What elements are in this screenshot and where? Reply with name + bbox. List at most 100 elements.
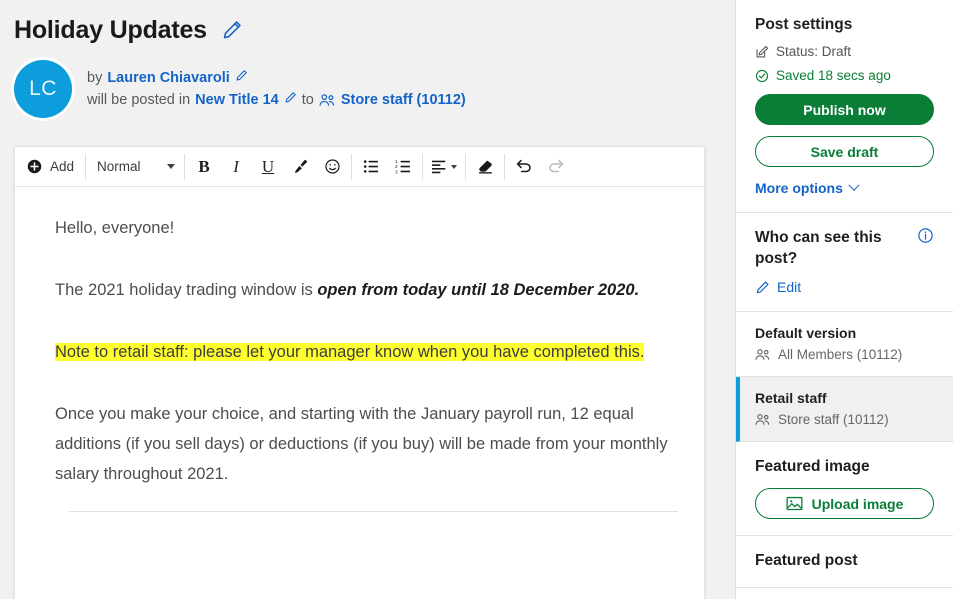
version-audience: Store staff (10112) [755,412,934,427]
version-item-retail-staff[interactable]: Retail staff Store staff (10112) [736,377,953,442]
to-label: to [301,91,314,108]
svg-text:3: 3 [395,169,398,175]
version-audience-label: All Members (10112) [778,347,903,362]
trading-window-bold: open from today until 18 December 2020. [317,281,640,299]
post-settings-section: Post settings Status: Draft Saved 18 sec… [736,0,953,213]
toolbar-divider [422,153,424,180]
byline-destination-line: will be posted in New Title 14 to Store … [87,91,466,110]
undo-button[interactable] [508,151,540,183]
bulleted-list-button[interactable] [355,151,387,183]
plus-circle-icon [27,159,42,174]
toolbar-divider [351,153,353,180]
clear-formatting-button[interactable] [469,151,501,183]
style-select[interactable]: Normal [89,151,181,183]
add-button-label: Add [50,159,75,174]
text-color-button[interactable] [284,151,316,183]
numbered-list-button[interactable]: 1 2 3 [387,151,419,183]
byline-row: LC by Lauren Chiavaroli will be posted i… [14,60,718,118]
more-options-toggle[interactable]: More options [755,179,934,196]
saved-label: Saved 18 secs ago [776,68,891,83]
status-label: Status: Draft [776,44,852,59]
people-icon [755,348,771,361]
editor-card: Add Normal B I U 1 2 3 Hello, everyone! … [14,146,705,599]
version-name: Default version [755,325,857,341]
title-row: Holiday Updates [14,14,718,46]
featured-post-section: Featured post [736,536,953,588]
publish-now-button[interactable]: Publish now [755,94,934,125]
version-name: Retail staff [755,390,827,406]
people-icon [755,413,771,426]
info-icon[interactable] [917,227,934,244]
check-circle-icon [755,69,769,83]
numbered-list-icon: 1 2 3 [395,158,412,175]
visibility-section: Who can see this post? Edit [736,213,953,312]
version-item-default[interactable]: Default version All Members (10112) [736,312,953,377]
save-draft-button[interactable]: Save draft [755,136,934,167]
author-link[interactable]: Lauren Chiavaroli [107,69,229,88]
featured-post-title: Featured post [755,552,858,569]
visibility-header: Who can see this post? [755,227,934,269]
upload-image-button[interactable]: Upload image [755,488,934,519]
people-icon [319,93,336,107]
toolbar-divider [85,153,87,180]
emoji-button[interactable] [316,151,348,183]
post-settings-sidebar: Post settings Status: Draft Saved 18 sec… [735,0,953,599]
brush-icon [292,158,309,175]
align-left-icon [431,159,448,174]
bold-button[interactable]: B [188,151,220,183]
image-icon [786,496,803,511]
avatar: LC [14,60,72,118]
edit-author-pencil-icon[interactable] [235,69,248,88]
edit-title-pencil-icon[interactable] [221,19,243,41]
version-audience-label: Store staff (10112) [778,412,889,427]
featured-image-section: Featured image Upload image [736,442,953,536]
paragraph-payroll: Once you make your choice, and starting … [55,405,668,483]
page-title: Holiday Updates [14,16,207,44]
smiley-icon [324,158,341,175]
more-options-label: More options [755,180,843,196]
byline-author-line: by Lauren Chiavaroli [87,69,466,88]
edit-visibility-link[interactable]: Edit [755,279,934,295]
style-select-value: Normal [97,159,141,174]
svg-text:2: 2 [395,164,398,170]
upload-image-label: Upload image [811,495,904,512]
trading-window-prefix: The 2021 holiday trading window is [55,281,318,299]
add-button[interactable]: Add [17,151,82,183]
saved-row: Saved 18 secs ago [755,68,934,83]
bulleted-list-icon [363,158,380,175]
toolbar-divider [465,153,467,180]
pencil-icon [755,280,770,295]
post-header: Holiday Updates LC by Lauren Chiavaroli [0,0,718,118]
post-settings-title: Post settings [755,16,853,33]
underline-button[interactable]: U [252,151,284,183]
paragraph-greeting: Hello, everyone! [55,219,175,237]
paragraph-trading-window: The 2021 holiday trading window is open … [55,275,678,305]
edit-destination-pencil-icon[interactable] [284,91,297,110]
chevron-down-icon [167,164,176,169]
redo-button[interactable] [540,151,572,183]
draft-pencil-icon [755,45,769,59]
destination-link[interactable]: New Title 14 [195,91,279,110]
chevron-down-icon [848,179,860,191]
editor-toolbar: Add Normal B I U 1 2 3 [15,147,704,187]
version-audience: All Members (10112) [755,347,934,362]
eraser-icon [477,158,494,175]
post-editor-app: Holiday Updates LC by Lauren Chiavaroli [0,0,953,599]
by-label: by [87,69,103,86]
status-row: Status: Draft [755,44,934,59]
post-body-editor[interactable]: Hello, everyone! The 2021 holiday tradin… [15,187,704,512]
italic-button[interactable]: I [220,151,252,183]
align-button[interactable] [426,151,462,183]
posted-in-label: will be posted in [87,91,191,108]
toolbar-divider [504,153,506,180]
undo-icon [515,158,533,176]
edit-visibility-label: Edit [777,279,802,295]
audience-link[interactable]: Store staff (10112) [341,91,466,110]
main-content-area: Holiday Updates LC by Lauren Chiavaroli [0,0,718,599]
chevron-down-icon [451,164,458,169]
horizontal-rule [69,511,678,512]
svg-text:1: 1 [395,159,398,165]
visibility-title: Who can see this post? [755,229,882,267]
highlighted-text: Note to retail staff: please let your ma… [55,343,645,361]
paragraph-retail-note: Note to retail staff: please let your ma… [55,337,678,367]
